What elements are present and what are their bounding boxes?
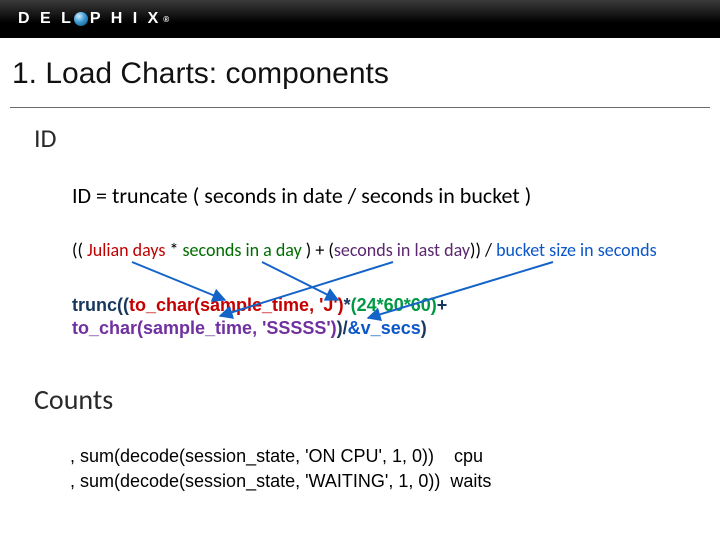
tok-vsecs: &v_secs [348, 318, 421, 338]
slide: D E L P H I X ® 1. Load Charts: componen… [0, 0, 720, 540]
counts-line-1: , sum(decode(session_state, 'ON CPU', 1,… [70, 446, 483, 466]
page-title: 1. Load Charts: components [12, 57, 389, 91]
counts-line-2: , sum(decode(session_state, 'WAITING', 1… [70, 471, 491, 491]
tok-tochar-j: to_char(sample_time, 'J') [129, 295, 344, 315]
brand-text-post: P H I X [90, 10, 161, 28]
id-explanation-line: (( Julian days * seconds in a day ) + (s… [72, 239, 657, 261]
brand-text-pre: D E L [18, 10, 74, 28]
code-line-2: to_char(sample_time, 'SSSSS'))/&v_secs) [72, 317, 447, 340]
code-line-1: trunc((to_char(sample_time, 'J')*(24*60*… [72, 294, 447, 317]
expl-secs-day: seconds in a day [183, 239, 306, 261]
tok-dayexpr: (24*60*60) [351, 295, 437, 315]
registered-mark: ® [163, 15, 172, 24]
brand-logo: D E L P H I X ® [18, 10, 172, 28]
tok-tochar-s: to_char(sample_time, 'SSSSS') [72, 318, 337, 338]
title-divider [10, 107, 710, 108]
tok-rparen2: ) [421, 318, 427, 338]
expl-open: (( [72, 239, 87, 261]
expl-close: )) / [470, 239, 496, 261]
section-heading-id: ID [34, 122, 57, 154]
expl-julian: Julian days [87, 239, 169, 261]
tok-plus: + [437, 295, 448, 315]
counts-code-block: , sum(decode(session_state, 'ON CPU', 1,… [70, 444, 491, 494]
section-heading-counts: Counts [34, 382, 113, 417]
tok-star: * [344, 295, 351, 315]
expl-bucket: bucket size in seconds [496, 239, 657, 261]
tok-trunc: trunc( [72, 295, 123, 315]
expl-mid: ) + ( [306, 239, 334, 261]
expl-mul: * [169, 239, 182, 261]
header-bar: D E L P H I X ® [0, 0, 720, 38]
expl-secs-last: seconds in last day [334, 239, 470, 261]
code-block: trunc((to_char(sample_time, 'J')*(24*60*… [72, 294, 447, 339]
id-formula-line: ID = truncate ( seconds in date / second… [72, 182, 531, 209]
